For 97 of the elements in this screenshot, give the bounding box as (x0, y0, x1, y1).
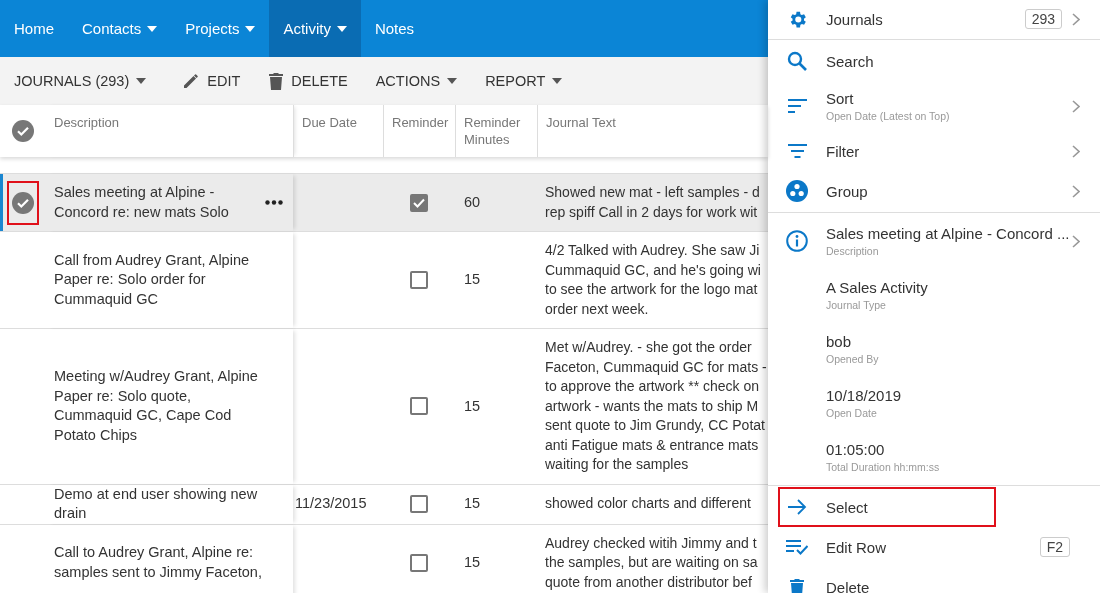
panel-item[interactable]: Edit Row F2 (768, 527, 1100, 567)
panel-item[interactable]: Filter (768, 131, 1100, 171)
caret-icon (447, 78, 458, 84)
table-cell: Audrey checked witih Jimmy and t the samples, but are waiting on sa quote from another distributor bef (545, 533, 758, 592)
panel-item[interactable]: Group (768, 171, 1100, 211)
item-label: 10/18/2019 (826, 387, 903, 404)
caret-icon (136, 78, 147, 84)
panel-item[interactable]: Sales meeting at Alpine - Concord ... Description (768, 214, 1100, 268)
trash-icon (789, 577, 805, 593)
chevron-right-icon (1072, 144, 1080, 158)
table-cell-text: Demo at end user showing new drain (54, 484, 258, 523)
check-icon (413, 197, 425, 208)
field-label: Journal Type (826, 299, 887, 311)
item-label: Journals (826, 10, 884, 28)
table-cell: 15 (464, 494, 481, 514)
table-row[interactable]: Demo at end user showing new drain 11/23/2015 15 showed color charts and different (0, 484, 768, 525)
toolbar-button[interactable]: REPORT (471, 61, 577, 101)
nav-tab[interactable]: Home (0, 0, 68, 57)
table-cell-text: Met w/Audrey. - she got the order Faceton, Cummaquid GC for mats - to approve the artwork ** check on artwork - wants the mats to ship M sent quote to Jim Grundy, CC Potat anti Fatigue mats & entrance mats waiting for the samples (545, 338, 767, 474)
table-cell: Showed new mat - left samples - d rep spiff Call in 2 days for work wit (545, 183, 760, 222)
table-cell: 15 (464, 270, 481, 290)
nav-tab[interactable]: Projects (171, 0, 270, 57)
shortcut-badge: F2 (1039, 537, 1070, 557)
panel-item[interactable]: Select (778, 487, 996, 527)
item-label: Select (826, 498, 869, 516)
field-label: Opened By (826, 353, 880, 365)
toolbar-button[interactable]: DELETE (254, 61, 362, 101)
info-icon (786, 230, 808, 252)
table-cell-text: Call to Audrey Grant, Alpine re: samples sent to Jimmy Faceton, (54, 543, 262, 582)
item-label: bob (826, 333, 853, 350)
table-row[interactable]: Sales meeting at Alpine - Concord re: new mats Solo 60 Showed new mat - left samples - d rep spiff Call in 2 days for work wit (0, 174, 768, 232)
chevron-right-icon (1072, 99, 1080, 113)
panel-item[interactable]: A Sales Activity Journal Type (768, 268, 1100, 322)
column-header[interactable]: Reminder Minutes (455, 105, 537, 157)
filter-icon (787, 144, 807, 158)
checkbox[interactable] (410, 271, 428, 289)
row-check-icon[interactable] (11, 191, 34, 214)
item-label: A Sales Activity (826, 279, 929, 296)
column-header[interactable]: Reminder (383, 105, 455, 157)
column-header[interactable]: Description (45, 105, 293, 157)
caret-icon (336, 25, 347, 32)
panel-item[interactable]: bob Opened By (768, 322, 1100, 376)
table-cell: 11/23/2015 (295, 494, 367, 514)
column-header[interactable]: Due Date (293, 105, 383, 157)
table-cell: showed color charts and different (545, 494, 751, 514)
checkbox[interactable] (410, 397, 428, 416)
group-icon (786, 180, 808, 202)
trash-icon (268, 71, 285, 91)
item-label: 01:05:00 (826, 441, 886, 458)
toolbar-button[interactable]: JOURNALS (293) (0, 61, 161, 101)
checkbox[interactable] (410, 553, 428, 572)
select-all-check-icon[interactable] (11, 120, 34, 142)
item-label: Sales meeting at Alpine - Concord ... (826, 225, 1071, 242)
table-cell: 15 (464, 396, 481, 416)
table-cell: Sales meeting at Alpine - Concord re: new mats Solo (54, 183, 229, 222)
arrow-right-icon (787, 499, 807, 515)
table-cell-text: 60 (464, 192, 481, 212)
panel-item[interactable]: Sort Open Date (Latest on Top) (768, 81, 1100, 131)
caret-icon (552, 78, 563, 84)
sort-icon (787, 99, 807, 113)
field-label: Total Duration hh:mm:ss (826, 461, 941, 473)
item-label: Edit Row (826, 538, 888, 556)
search-icon (787, 51, 807, 71)
table-cell-text: Meeting w/Audrey Grant, Alpine Paper re: Solo quote, Cummaquid GC, Cape Cod Potato Chips (54, 367, 258, 445)
table-row[interactable]: Call from Audrey Grant, Alpine Paper re: Solo order for Cummaquid GC 15 4/2 Talked with Audrey. She saw Ji Cummaquid GC, and he's going wi to see the artwork for the logo mat order next week. (0, 232, 768, 329)
toolbar-button[interactable]: ACTIONS (361, 61, 472, 101)
list-check-icon (786, 539, 808, 555)
panel-item[interactable]: Delete (768, 567, 1100, 593)
panel-item[interactable]: 01:05:00 Total Duration hh:mm:ss (768, 430, 1100, 484)
item-label: Group (826, 182, 869, 200)
table-cell-text: 15 (464, 553, 481, 572)
caret-icon (147, 25, 158, 32)
chevron-right-icon (1072, 184, 1080, 198)
panel-item[interactable]: 10/18/2019 Open Date (768, 376, 1100, 430)
item-label: Filter (826, 142, 861, 160)
field-label: Description (826, 245, 880, 257)
nav-tab[interactable]: Contacts (68, 0, 172, 57)
chevron-right-icon (1072, 234, 1080, 248)
panel-item[interactable]: Search (768, 41, 1100, 81)
table-cell-text: Call from Audrey Grant, Alpine Paper re: Solo order for Cummaquid GC (54, 250, 250, 309)
toolbar-button[interactable]: EDIT (168, 61, 255, 101)
panel-item[interactable]: Journals 293 (768, 0, 1100, 38)
chevron-right-icon (1072, 12, 1080, 26)
item-label: Sort (826, 90, 855, 107)
caret-icon (245, 25, 256, 32)
item-detail: Open Date (Latest on Top) (826, 110, 951, 122)
count-badge: 293 (1024, 9, 1062, 29)
field-label: Open Date (826, 407, 878, 419)
pencil-icon (182, 72, 201, 90)
checkbox[interactable] (410, 495, 428, 513)
table-cell: 4/2 Talked with Audrey. She saw Ji Cummaquid GC, and he's going wi to see the artwork for the logo mat order next week. (545, 241, 761, 319)
item-label: Search (826, 52, 875, 70)
checkbox[interactable] (410, 193, 428, 212)
nav-tab[interactable]: Notes (360, 0, 429, 57)
item-label: Delete (826, 578, 871, 593)
more-icon (265, 200, 283, 205)
nav-tab[interactable]: Activity (269, 0, 361, 57)
